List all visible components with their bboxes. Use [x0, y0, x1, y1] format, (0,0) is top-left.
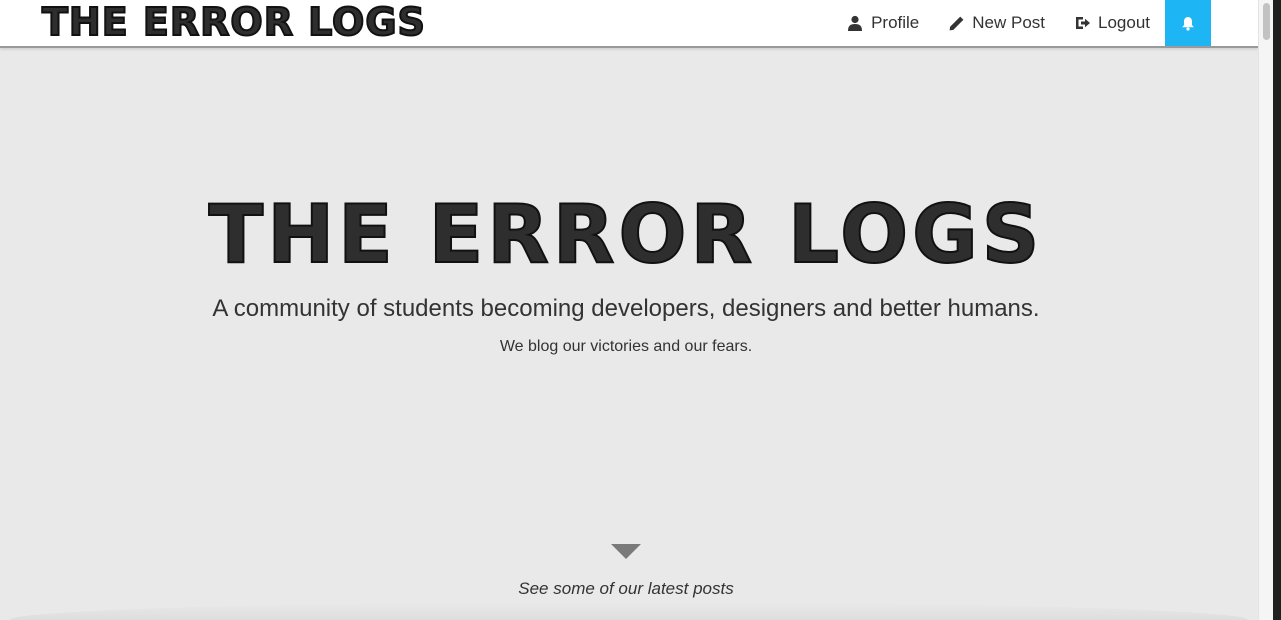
page: THE ERROR LOGS Profile New Post Logout T…	[0, 0, 1258, 620]
new-post-link[interactable]: New Post	[933, 0, 1059, 46]
profile-link-label: Profile	[871, 13, 920, 32]
logout-link[interactable]: Logout	[1059, 0, 1164, 46]
brand-logo[interactable]: THE ERROR LOGS	[41, 1, 426, 43]
nav-links: Profile New Post Logout	[832, 0, 1211, 46]
latest-posts-label: See some of our latest posts	[518, 579, 734, 598]
bell-icon	[1181, 16, 1195, 31]
hero-title: THE ERROR LOGS	[208, 188, 1044, 281]
hero-subtitle: We blog our victories and our fears.	[499, 338, 753, 355]
window-edge	[1273, 0, 1281, 620]
posts-section-edge	[10, 602, 1248, 620]
notifications-button[interactable]	[1165, 0, 1211, 46]
logout-link-label: Logout	[1098, 13, 1150, 32]
logout-icon	[1073, 14, 1091, 32]
profile-link[interactable]: Profile	[832, 0, 933, 46]
user-icon	[846, 14, 864, 32]
vertical-scrollbar[interactable]	[1258, 0, 1274, 620]
top-navbar: THE ERROR LOGS Profile New Post Logout	[0, 0, 1258, 48]
scroll-down-arrow-icon[interactable]	[611, 544, 641, 559]
hero-tagline: A community of students becoming develop…	[212, 295, 1040, 322]
scrollbar-thumb[interactable]	[1263, 3, 1270, 40]
new-post-link-label: New Post	[972, 13, 1045, 32]
pencil-icon	[947, 14, 965, 32]
